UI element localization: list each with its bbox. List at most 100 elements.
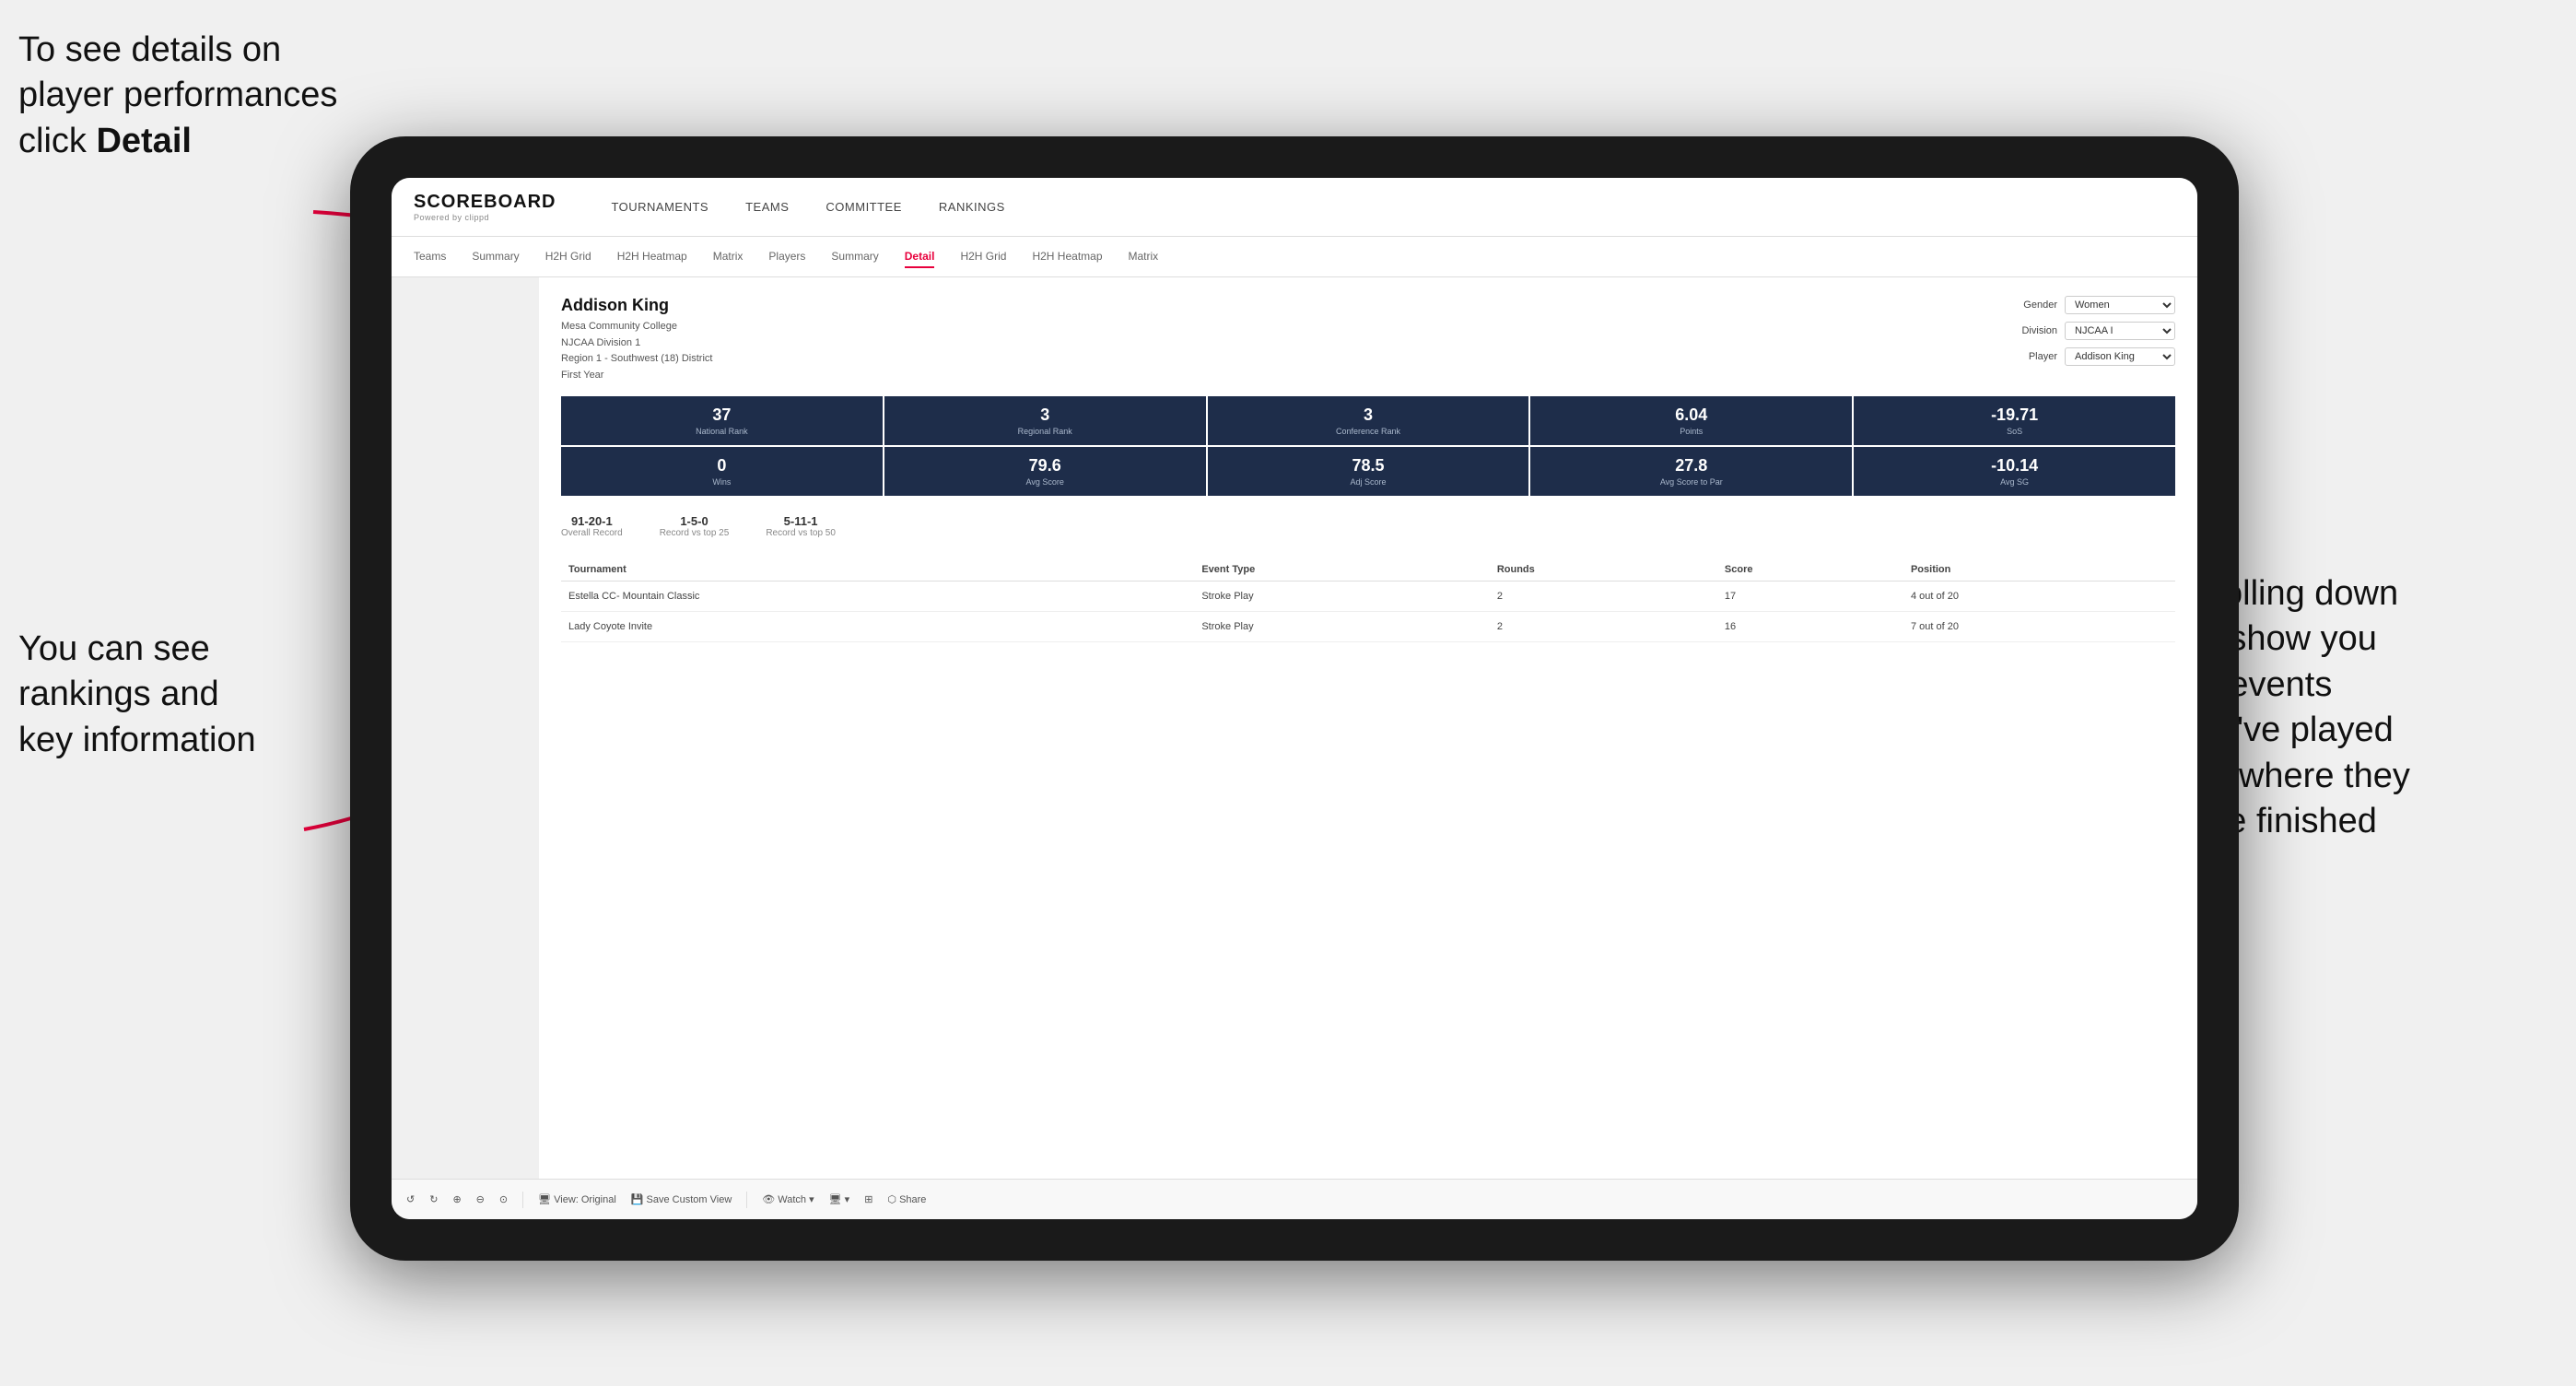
player-year: First Year [561, 368, 712, 384]
stat-avg-score-par-value: 27.8 [1536, 456, 1846, 476]
col-position: Position [1903, 558, 2175, 581]
gender-select[interactable]: Women Men [2065, 296, 2175, 314]
toolbar-fit[interactable]: ⊙ [499, 1193, 508, 1205]
stat-conference-rank-value: 3 [1213, 405, 1524, 425]
stat-avg-score-par-label: Avg Score to Par [1536, 477, 1846, 487]
player-filter-row: Player Addison King [2029, 347, 2175, 366]
sub-nav-summary2[interactable]: Summary [831, 246, 878, 268]
stat-sos: -19.71 SoS [1854, 396, 2175, 445]
nav-item-teams[interactable]: TEAMS [745, 196, 789, 217]
stat-national-rank-value: 37 [567, 405, 877, 425]
col-tournament: Tournament [561, 558, 1194, 581]
sub-nav-h2h-heatmap[interactable]: H2H Heatmap [617, 246, 687, 268]
toolbar-watch[interactable]: 👁 Watch ▾ [762, 1193, 814, 1205]
stat-adj-score-value: 78.5 [1213, 456, 1524, 476]
cell-tournament-1: Lady Coyote Invite [561, 612, 1194, 642]
cell-score-1: 16 [1717, 612, 1903, 642]
left-sidebar [392, 277, 539, 1179]
stat-avg-score-value: 79.6 [890, 456, 1200, 476]
toolbar-undo[interactable]: ↺ [406, 1193, 415, 1205]
cell-tournament-0: Estella CC- Mountain Classic [561, 581, 1194, 612]
bottom-toolbar: ↺ ↻ ⊕ ⊖ ⊙ 🖥 View: Original 💾 Save Custom… [392, 1179, 2197, 1219]
stat-national-rank-label: National Rank [567, 427, 877, 436]
player-header: Addison King Mesa Community College NJCA… [561, 296, 2175, 383]
division-filter-row: Division NJCAA I NJCAA II [2021, 322, 2175, 340]
tablet-frame: SCOREBOARD Powered by clippd TOURNAMENTS… [350, 136, 2239, 1261]
cell-position-0: 4 out of 20 [1903, 581, 2175, 612]
logo-title: SCOREBOARD [414, 192, 556, 213]
nav-item-rankings[interactable]: RANKINGS [939, 196, 1005, 217]
toolbar-share[interactable]: ⬡ Share [887, 1193, 926, 1205]
record-top50-value: 5-11-1 [766, 514, 836, 528]
division-select[interactable]: NJCAA I NJCAA II [2065, 322, 2175, 340]
stat-conference-rank-label: Conference Rank [1213, 427, 1524, 436]
sub-nav-teams[interactable]: Teams [414, 246, 446, 268]
cell-score-0: 17 [1717, 581, 1903, 612]
tournament-table: Tournament Event Type Rounds Score Posit… [561, 558, 2175, 642]
stat-points-value: 6.04 [1536, 405, 1846, 425]
sub-nav: Teams Summary H2H Grid H2H Heatmap Matri… [392, 237, 2197, 277]
sub-nav-matrix[interactable]: Matrix [713, 246, 744, 268]
stat-avg-score: 79.6 Avg Score [884, 447, 1206, 496]
sub-nav-summary[interactable]: Summary [472, 246, 519, 268]
stat-points-label: Points [1536, 427, 1846, 436]
player-school: Mesa Community College [561, 319, 712, 335]
sub-nav-h2h-heatmap2[interactable]: H2H Heatmap [1032, 246, 1102, 268]
toolbar-zoom-in[interactable]: ⊕ [452, 1193, 461, 1205]
gender-filter-row: Gender Women Men [2023, 296, 2175, 314]
stat-national-rank: 37 National Rank [561, 396, 883, 445]
stat-conference-rank: 3 Conference Rank [1208, 396, 1529, 445]
stat-avg-score-label: Avg Score [890, 477, 1200, 487]
cell-event-type-0: Stroke Play [1194, 581, 1489, 612]
toolbar-grid[interactable]: ⊞ [864, 1193, 872, 1205]
logo-subtitle: Powered by clippd [414, 213, 489, 222]
toolbar-save-custom[interactable]: 💾 Save Custom View [631, 1193, 732, 1205]
cell-position-1: 7 out of 20 [1903, 612, 2175, 642]
sub-nav-h2h-grid[interactable]: H2H Grid [545, 246, 591, 268]
record-overall: 91-20-1 Overall Record [561, 514, 623, 538]
sub-nav-h2h-grid2[interactable]: H2H Grid [960, 246, 1006, 268]
record-overall-label: Overall Record [561, 528, 623, 538]
sub-nav-matrix2[interactable]: Matrix [1129, 246, 1159, 268]
logo-area: SCOREBOARD Powered by clippd [414, 192, 556, 222]
table-header-row: Tournament Event Type Rounds Score Posit… [561, 558, 2175, 581]
player-name: Addison King [561, 296, 712, 315]
stat-sos-value: -19.71 [1859, 405, 2170, 425]
col-rounds: Rounds [1490, 558, 1717, 581]
nav-item-tournaments[interactable]: TOURNAMENTS [611, 196, 708, 217]
app-container: SCOREBOARD Powered by clippd TOURNAMENTS… [392, 178, 2197, 1219]
toolbar-redo[interactable]: ↻ [429, 1193, 438, 1205]
player-info: Addison King Mesa Community College NJCA… [561, 296, 712, 383]
stat-avg-sg: -10.14 Avg SG [1854, 447, 2175, 496]
records-row: 91-20-1 Overall Record 1-5-0 Record vs t… [561, 509, 2175, 544]
annotation-bottom-left: You can see rankings and key information [18, 627, 369, 763]
player-division: NJCAA Division 1 [561, 335, 712, 352]
table-row[interactable]: Lady Coyote Invite Stroke Play 2 16 7 ou… [561, 612, 2175, 642]
division-label: Division [2021, 325, 2057, 336]
stat-wins: 0 Wins [561, 447, 883, 496]
stat-sos-label: SoS [1859, 427, 2170, 436]
record-top25: 1-5-0 Record vs top 25 [660, 514, 730, 538]
stat-wins-label: Wins [567, 477, 877, 487]
tablet-screen: SCOREBOARD Powered by clippd TOURNAMENTS… [392, 178, 2197, 1219]
stat-avg-sg-label: Avg SG [1859, 477, 2170, 487]
content-panel: Addison King Mesa Community College NJCA… [539, 277, 2197, 1179]
toolbar-zoom-out[interactable]: ⊖ [476, 1193, 485, 1205]
table-row[interactable]: Estella CC- Mountain Classic Stroke Play… [561, 581, 2175, 612]
sub-nav-players[interactable]: Players [768, 246, 805, 268]
stats-row-1: 37 National Rank 3 Regional Rank 3 Confe… [561, 396, 2175, 445]
sub-nav-detail[interactable]: Detail [905, 246, 935, 268]
record-overall-value: 91-20-1 [561, 514, 623, 528]
cell-event-type-1: Stroke Play [1194, 612, 1489, 642]
toolbar-sep-2 [746, 1192, 747, 1208]
stat-avg-sg-value: -10.14 [1859, 456, 2170, 476]
stats-row-2: 0 Wins 79.6 Avg Score 78.5 Adj Score 2 [561, 447, 2175, 496]
record-top50: 5-11-1 Record vs top 50 [766, 514, 836, 538]
toolbar-screen[interactable]: 🖥 ▾ [829, 1193, 850, 1205]
gender-label: Gender [2023, 300, 2057, 311]
cell-rounds-0: 2 [1490, 581, 1717, 612]
toolbar-view-original[interactable]: 🖥 View: Original [538, 1193, 616, 1205]
nav-item-committee[interactable]: COMMITTEE [825, 196, 902, 217]
player-select[interactable]: Addison King [2065, 347, 2175, 366]
record-top25-value: 1-5-0 [660, 514, 730, 528]
